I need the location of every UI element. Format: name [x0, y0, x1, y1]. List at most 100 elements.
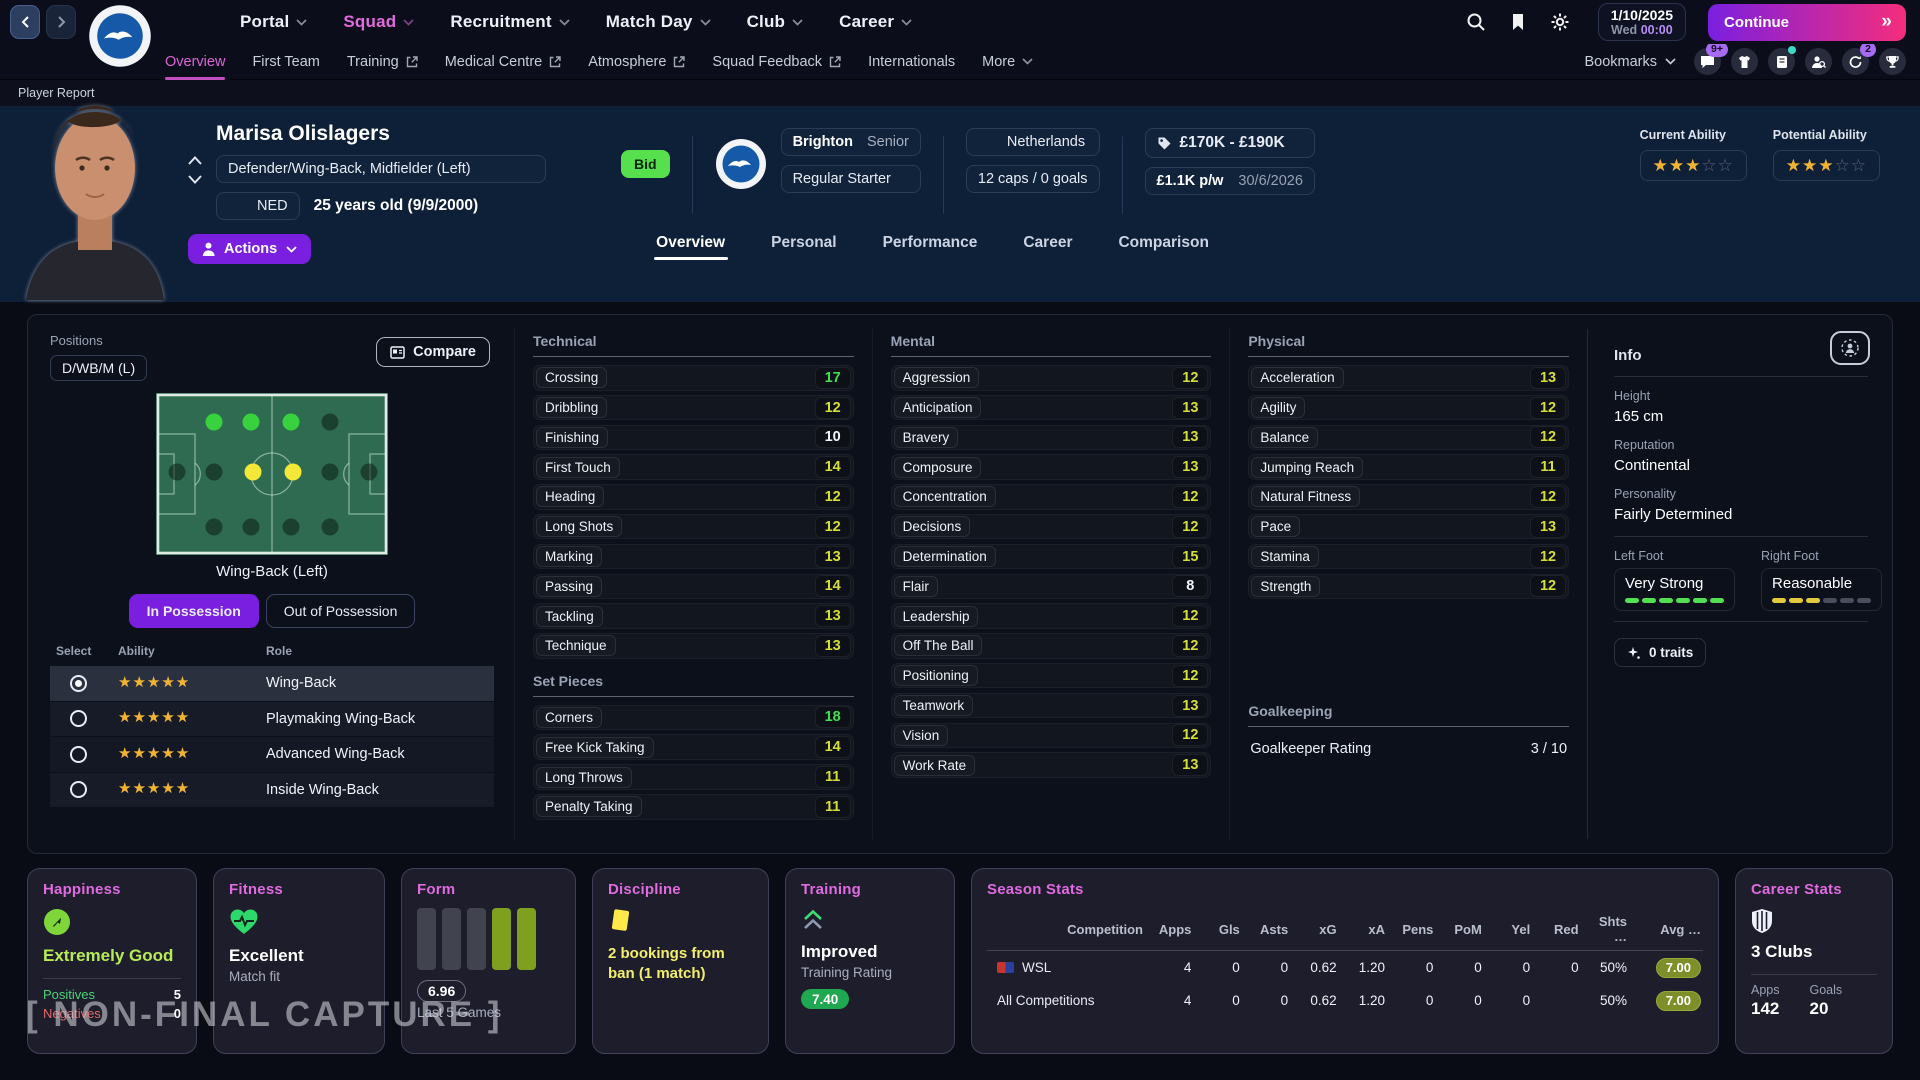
nav-item[interactable]: Squad — [343, 12, 414, 32]
actions-button[interactable]: Actions — [188, 234, 311, 264]
trophy-button[interactable] — [1879, 48, 1906, 75]
nav-item[interactable]: Portal — [240, 12, 307, 32]
forward-button[interactable] — [46, 5, 76, 39]
nav-item[interactable]: Club — [747, 12, 804, 32]
traits-button[interactable]: 0 traits — [1614, 638, 1706, 667]
position-dot[interactable] — [168, 464, 185, 481]
role-row[interactable]: ☆☆☆☆☆★★★★★ Wing-Back — [50, 666, 494, 701]
attribute-row: Flair 8 — [891, 574, 1212, 600]
subnav-item[interactable]: Overview — [165, 44, 225, 80]
club-crest[interactable] — [88, 4, 152, 68]
career-goals-label: Goals — [1810, 983, 1843, 997]
role-name: Playmaking Wing-Back — [266, 711, 494, 727]
gear-icon[interactable] — [1550, 12, 1570, 32]
role-radio[interactable] — [70, 781, 87, 798]
position-dot[interactable] — [282, 519, 299, 536]
attribute-value: 13 — [1172, 397, 1208, 419]
subnav-item[interactable]: Atmosphere — [588, 44, 685, 80]
nav-item[interactable]: Recruitment — [450, 12, 569, 32]
position-dot[interactable] — [322, 519, 339, 536]
continue-button[interactable]: Continue » — [1708, 4, 1906, 41]
position-dot[interactable] — [206, 414, 223, 431]
nav-item[interactable]: Career — [839, 12, 912, 32]
position-dot[interactable] — [284, 464, 301, 481]
role-row[interactable]: ☆☆☆☆☆★★★★★ Playmaking Wing-Back — [50, 702, 494, 737]
role-radio[interactable] — [70, 710, 87, 727]
player-tab[interactable]: Performance — [883, 234, 978, 264]
attribute-name: Vision — [894, 725, 949, 746]
player-info-button[interactable] — [1830, 331, 1870, 365]
attribute-row: Work Rate 13 — [891, 752, 1212, 778]
possession-toggle[interactable]: Out of Possession — [266, 594, 416, 628]
player-tab[interactable]: Overview — [656, 234, 725, 264]
attribute-row: Natural Fitness 12 — [1248, 484, 1569, 510]
position-dot[interactable] — [322, 464, 339, 481]
bookmark-icon[interactable] — [1508, 12, 1528, 32]
compare-button[interactable]: Compare — [376, 337, 490, 367]
right-foot-meter — [1772, 598, 1871, 603]
form-card: Form 6.96 Last 5 Games — [401, 868, 576, 1054]
subnav-item[interactable]: Squad Feedback — [712, 44, 841, 80]
season-stats-col: Avg … — [1629, 916, 1703, 943]
subnav-item[interactable]: More — [982, 44, 1033, 80]
season-stats-col: Asts — [1242, 916, 1290, 943]
subnav-item[interactable]: Medical Centre — [445, 44, 562, 80]
position-dot[interactable] — [243, 519, 260, 536]
position-dot[interactable] — [361, 464, 378, 481]
subnav-item[interactable]: Internationals — [868, 44, 955, 80]
external-link-icon — [673, 56, 685, 68]
attribute-row: Crossing 17 — [533, 365, 854, 391]
attribute-value: 11 — [815, 766, 851, 788]
chevron-down-icon[interactable] — [188, 175, 202, 184]
club-chip[interactable]: BrightonSenior — [781, 128, 921, 156]
season-stats-col: PoM — [1435, 916, 1483, 943]
back-button[interactable] — [10, 5, 40, 39]
search-icon[interactable] — [1466, 12, 1486, 32]
player-tab[interactable]: Personal — [771, 234, 836, 264]
possession-toggle[interactable]: In Possession — [129, 594, 259, 628]
chevron-up-icon[interactable] — [188, 156, 202, 165]
subnav-item[interactable]: Training — [347, 44, 418, 80]
position-dot[interactable] — [322, 414, 339, 431]
position-dot[interactable] — [282, 414, 299, 431]
attribute-name: Marking — [536, 546, 602, 567]
bid-button[interactable]: Bid — [621, 150, 670, 178]
goalkeeping-section: Goalkeeping Goalkeeper Rating 3 / 10 — [1248, 703, 1569, 763]
squad-shirt-button[interactable] — [1731, 48, 1758, 75]
position-dot[interactable] — [243, 414, 260, 431]
attribute-name: Leadership — [894, 606, 979, 627]
position-dot[interactable] — [206, 464, 223, 481]
player-cycler — [188, 156, 202, 184]
nav-item[interactable]: Match Day — [606, 12, 711, 32]
attribute-name: Work Rate — [894, 755, 976, 776]
sync-button[interactable]: 2 — [1842, 48, 1869, 75]
attribute-row: Concentration 12 — [891, 484, 1212, 510]
col-role: Role — [266, 644, 494, 658]
attribute-name: Decisions — [894, 516, 971, 537]
position-dot[interactable] — [245, 464, 262, 481]
competition-name[interactable]: WSL — [1022, 960, 1051, 975]
attribute-name: Pace — [1251, 516, 1300, 537]
role-radio[interactable] — [70, 675, 87, 692]
player-tabs: Overview Personal Performance Career Com… — [656, 234, 1209, 264]
subnav-item[interactable]: First Team — [252, 44, 319, 80]
nation-chip[interactable]: Netherlands — [966, 128, 1100, 156]
role-radio[interactable] — [70, 746, 87, 763]
club-crest-small[interactable] — [715, 138, 767, 190]
report-card-button[interactable] — [1768, 48, 1795, 75]
player-tab[interactable]: Career — [1023, 234, 1072, 264]
game-date[interactable]: 1/10/2025 Wed 00:00 — [1598, 3, 1686, 41]
position-dot[interactable] — [206, 519, 223, 536]
player-tab[interactable]: Comparison — [1118, 234, 1208, 264]
role-row[interactable]: ☆☆☆☆☆★★★★★ Advanced Wing-Back — [50, 737, 494, 772]
chevron-down-icon — [1665, 58, 1676, 65]
top-bar: Portal Squad Recruitment Match Day Club — [0, 0, 1920, 44]
scouting-button[interactable] — [1805, 48, 1832, 75]
person-search-icon — [1811, 55, 1826, 69]
role-row[interactable]: ☆☆☆☆☆★★★★★ Inside Wing-Back — [50, 773, 494, 808]
trophy-icon — [1885, 55, 1900, 69]
sparkle-icon — [1627, 646, 1641, 660]
attribute-row: Vision 12 — [891, 723, 1212, 749]
bookmarks-dropdown[interactable]: Bookmarks — [1584, 54, 1676, 70]
messages-button[interactable]: 9+ — [1694, 48, 1721, 75]
